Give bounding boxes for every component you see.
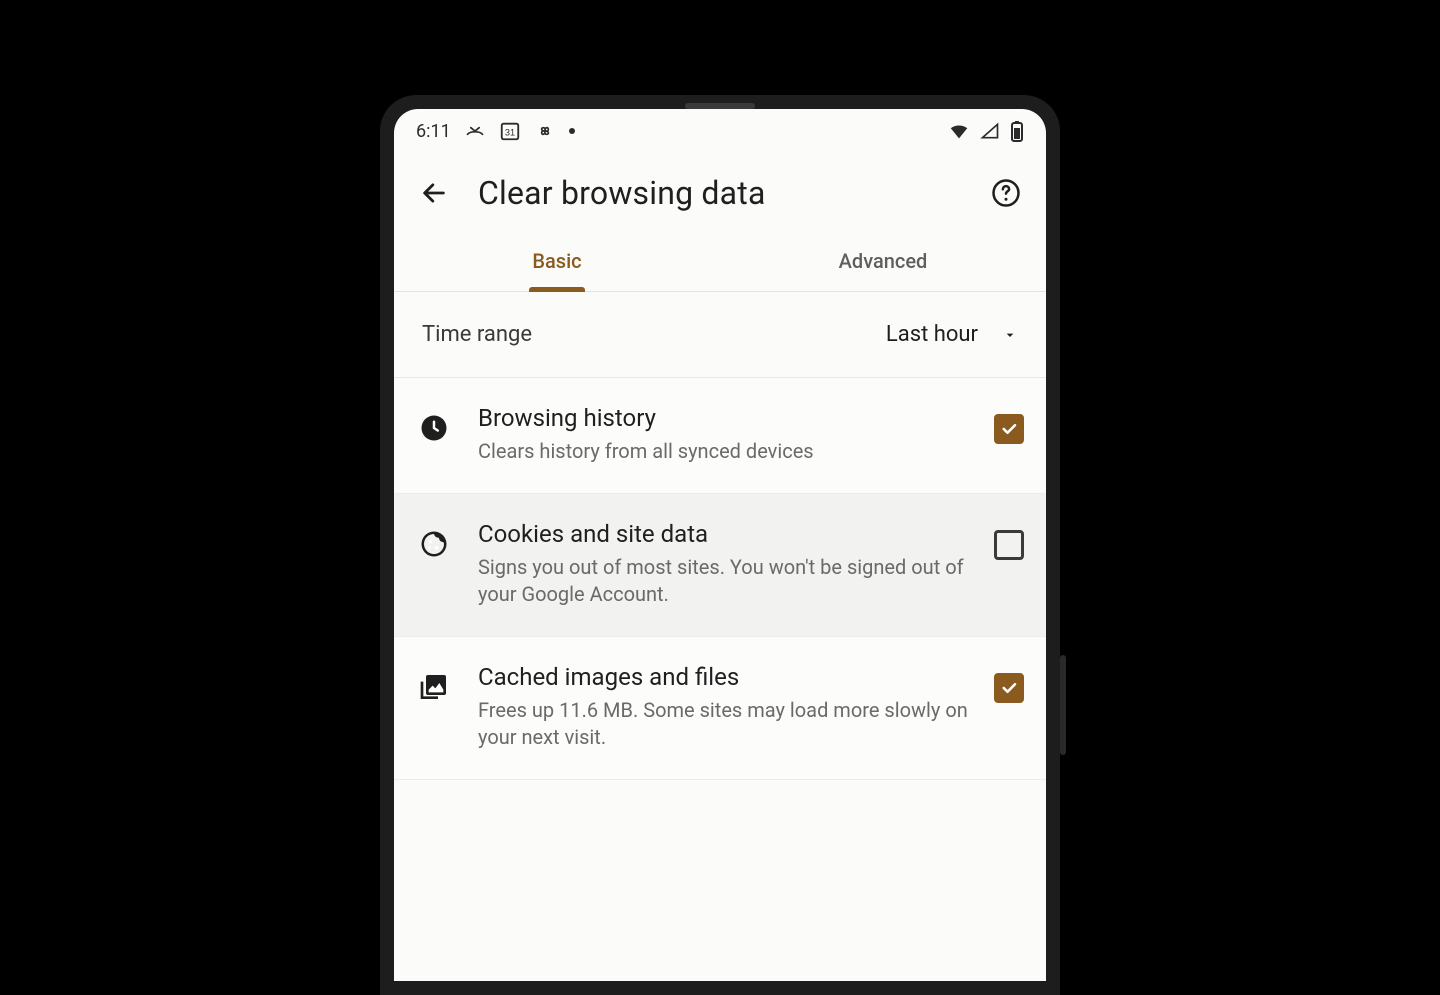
help-button[interactable] bbox=[984, 171, 1028, 215]
option-desc: Clears history from all synced devices bbox=[478, 438, 968, 465]
tab-advanced[interactable]: Advanced bbox=[720, 233, 1046, 291]
time-range-label: Time range bbox=[422, 322, 532, 347]
app-bar: Clear browsing data bbox=[394, 153, 1046, 233]
option-title: Browsing history bbox=[478, 404, 968, 432]
back-button[interactable] bbox=[412, 171, 456, 215]
fan-icon bbox=[535, 121, 555, 141]
signal-icon bbox=[980, 121, 1000, 141]
arrow-left-icon bbox=[420, 179, 448, 207]
checkmark-icon bbox=[1000, 679, 1018, 697]
status-bar: 6:11 31 bbox=[394, 109, 1046, 153]
time-range-value: Last hour bbox=[886, 322, 978, 347]
tabs: Basic Advanced bbox=[394, 233, 1046, 292]
device-side-button bbox=[1060, 655, 1066, 755]
battery-icon bbox=[1010, 120, 1024, 142]
tab-basic[interactable]: Basic bbox=[394, 233, 720, 291]
option-browsing-history[interactable]: Browsing history Clears history from all… bbox=[394, 378, 1046, 494]
status-dot-icon bbox=[569, 128, 575, 134]
tab-label: Basic bbox=[532, 249, 581, 273]
option-desc: Frees up 11.6 MB. Some sites may load mo… bbox=[478, 697, 968, 751]
option-cached-images[interactable]: Cached images and files Frees up 11.6 MB… bbox=[394, 637, 1046, 780]
option-title: Cached images and files bbox=[478, 663, 968, 691]
chevron-down-icon bbox=[1002, 327, 1018, 343]
time-range-row: Time range Last hour bbox=[394, 292, 1046, 378]
missed-call-icon bbox=[465, 121, 485, 141]
tab-label: Advanced bbox=[839, 249, 928, 273]
option-desc: Signs you out of most sites. You won't b… bbox=[478, 554, 968, 608]
clock-icon bbox=[416, 410, 452, 446]
checkmark-icon bbox=[1000, 420, 1018, 438]
help-icon bbox=[991, 178, 1021, 208]
option-checkbox[interactable] bbox=[994, 673, 1024, 703]
calendar-icon: 31 bbox=[499, 120, 521, 142]
cookie-icon bbox=[416, 526, 452, 562]
device-screen: 6:11 31 bbox=[394, 109, 1046, 981]
wifi-icon bbox=[948, 120, 970, 142]
page-title: Clear browsing data bbox=[478, 174, 962, 212]
option-cookies[interactable]: Cookies and site data Signs you out of m… bbox=[394, 494, 1046, 637]
option-checkbox[interactable] bbox=[994, 414, 1024, 444]
option-checkbox[interactable] bbox=[994, 530, 1024, 560]
status-time: 6:11 bbox=[416, 121, 451, 142]
time-range-select[interactable]: Last hour bbox=[886, 322, 1018, 347]
option-title: Cookies and site data bbox=[478, 520, 968, 548]
image-stack-icon bbox=[416, 669, 452, 705]
device-frame: 6:11 31 bbox=[380, 95, 1060, 995]
svg-text:31: 31 bbox=[505, 128, 515, 138]
